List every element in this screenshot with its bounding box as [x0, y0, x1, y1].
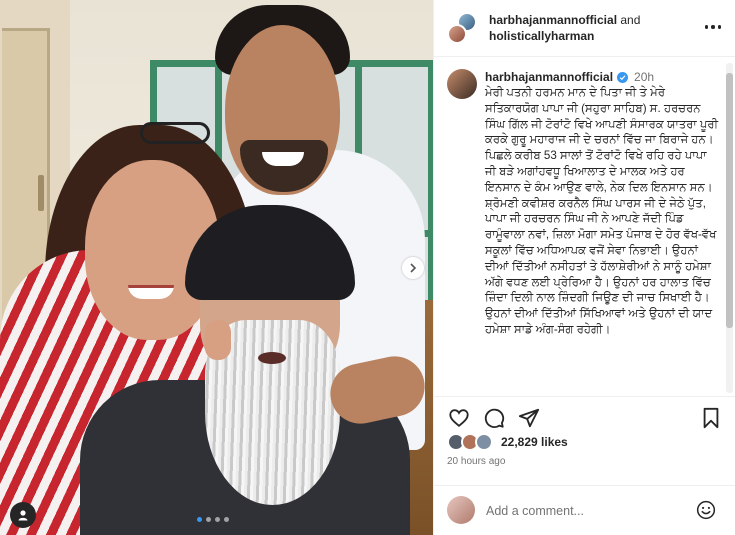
carousel-dot: [206, 517, 211, 522]
comment-icon: [484, 408, 505, 428]
photo-woman-smile: [128, 285, 174, 299]
carousel-indicator: [197, 517, 229, 522]
post-header: harbhajanmannofficial and holisticallyha…: [434, 0, 735, 57]
post-timestamp[interactable]: 20h: [634, 69, 654, 85]
posted-time[interactable]: 20 hours ago: [447, 456, 505, 467]
more-options-button[interactable]: [703, 20, 723, 34]
action-bar: [434, 396, 735, 436]
comment-button[interactable]: [482, 406, 506, 430]
tagged-people-button[interactable]: [10, 502, 36, 528]
more-icon: [704, 25, 709, 29]
avatar[interactable]: [447, 69, 477, 99]
caption-section[interactable]: harbhajanmannofficial 20h ਮੇਰੀ ਪਤਨੀ ਹਰਮਨ…: [434, 58, 735, 395]
likes-count[interactable]: 22,829 likes: [501, 435, 568, 449]
caption-header: harbhajanmannofficial 20h: [485, 69, 654, 85]
send-icon: [518, 408, 540, 428]
scrollbar[interactable]: [726, 63, 733, 393]
collab-avatars[interactable]: [447, 12, 479, 44]
avatar: [447, 24, 467, 44]
comment-input[interactable]: [486, 500, 676, 522]
person-tag-icon: [18, 510, 28, 521]
share-button[interactable]: [517, 406, 541, 430]
post-photo[interactable]: [0, 0, 433, 535]
username-link[interactable]: harbhajanmannofficial: [489, 13, 617, 27]
comment-bar: [434, 485, 735, 535]
emoji-icon[interactable]: [696, 500, 716, 520]
more-icon-dot: [717, 25, 722, 29]
photo-door-hinge: [38, 175, 44, 211]
photo-elder-mouth: [258, 352, 286, 364]
avatar: [447, 496, 475, 524]
like-button[interactable]: [447, 406, 471, 430]
carousel-dot: [215, 517, 220, 522]
carousel-next-button[interactable]: [402, 257, 424, 279]
collab-usernames: harbhajanmannofficial and holisticallyha…: [489, 12, 689, 44]
heart-icon: [449, 409, 469, 427]
save-button[interactable]: [699, 406, 723, 430]
username-link[interactable]: harbhajanmannofficial: [485, 69, 613, 85]
photo-woman-hand: [205, 320, 231, 360]
more-icon-dot: [711, 25, 715, 29]
bookmark-icon: [703, 407, 719, 429]
carousel-dot: [224, 517, 229, 522]
caption-text: ਮੇਰੀ ਪਤਨੀ ਹਰਮਨ ਮਾਨ ਦੇ ਪਿਤਾ ਜੀ ਤੇ ਮੇਰੇ ਸਤ…: [485, 86, 719, 336]
photo-sunglasses: [140, 122, 210, 144]
username-link[interactable]: holisticallyharman: [489, 29, 594, 43]
collab-joiner: and: [617, 13, 641, 27]
likes-row[interactable]: 22,829 likes: [447, 433, 568, 451]
chevron-right-icon: [410, 263, 417, 273]
post-side-panel: harbhajanmannofficial and holisticallyha…: [433, 0, 735, 535]
liker-avatars: [447, 433, 495, 451]
carousel-dot: [197, 517, 202, 522]
scroll-thumb[interactable]: [726, 73, 733, 328]
avatar: [475, 433, 493, 451]
verified-badge-icon: [617, 71, 629, 83]
